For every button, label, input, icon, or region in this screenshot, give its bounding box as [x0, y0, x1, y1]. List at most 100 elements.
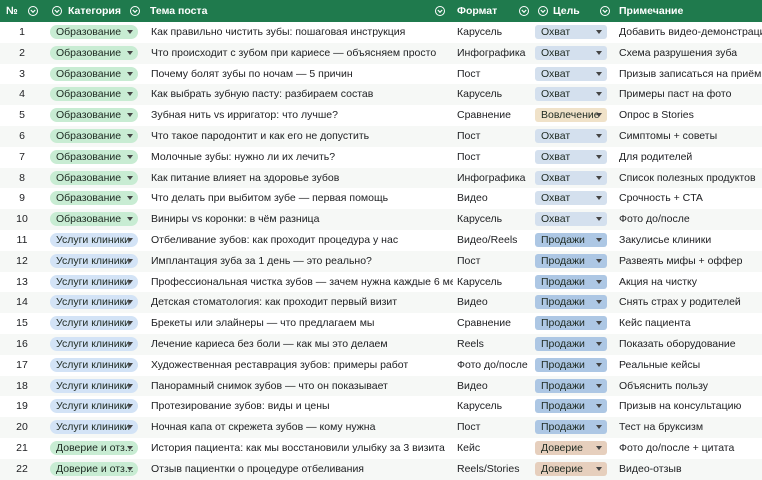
goal-chip[interactable]: Продажи: [535, 357, 607, 372]
table-row[interactable]: 18 Услуги клиники Панорамный снимок зубов …: [0, 375, 762, 397]
table-row[interactable]: 9 Образование Что делать при выбитом зубе …: [0, 188, 762, 209]
format-cell[interactable]: Сравнение: [457, 313, 531, 334]
topic-cell[interactable]: Как выбрать зубную пасту: разбираем сост…: [151, 84, 453, 105]
category-chip[interactable]: Образование: [50, 170, 138, 185]
table-row[interactable]: 6 Образование Что такое пародонтит и как е…: [0, 125, 762, 147]
filter-icon[interactable]: [130, 6, 140, 16]
table-row[interactable]: 4 Образование Как выбрать зубную пасту: ра…: [0, 84, 762, 106]
topic-cell[interactable]: Как питание влияет на здоровье зубов: [151, 168, 453, 189]
goal-chip[interactable]: Продажи: [535, 420, 607, 435]
header-num-filter[interactable]: [27, 0, 39, 22]
format-cell[interactable]: Карусель: [457, 84, 531, 105]
format-cell[interactable]: Видео: [457, 376, 531, 397]
goal-chip[interactable]: Охват: [535, 87, 607, 102]
table-row[interactable]: 10 Образование Виниры vs коронки: в чём ра…: [0, 209, 762, 230]
note-cell[interactable]: Список полезных продуктов: [619, 168, 762, 189]
table-row[interactable]: 1 Образование Как правильно чистить зубы: …: [0, 22, 762, 43]
topic-cell[interactable]: Ночная капа от скрежета зубов — кому нуж…: [151, 417, 453, 438]
goal-chip[interactable]: Охват: [535, 212, 607, 227]
format-cell[interactable]: Фото до/после: [457, 355, 531, 376]
goal-chip[interactable]: Охват: [535, 25, 607, 39]
goal-chip[interactable]: Продажи: [535, 378, 607, 393]
filter-icon[interactable]: [52, 6, 62, 16]
topic-cell[interactable]: Отбеливание зубов: как проходит процедур…: [151, 230, 453, 251]
topic-cell[interactable]: Отзыв пациентки о процедуре отбеливания: [151, 459, 453, 480]
note-cell[interactable]: Фото до/после: [619, 209, 762, 230]
table-row[interactable]: 13 Услуги клиники Профессиональная чистка …: [0, 272, 762, 293]
note-cell[interactable]: Опрос в Stories: [619, 105, 762, 126]
note-cell[interactable]: Показать оборудование: [619, 334, 762, 355]
note-cell[interactable]: Срочность + CTA: [619, 188, 762, 209]
goal-chip[interactable]: Охват: [535, 191, 607, 206]
format-cell[interactable]: Пост: [457, 126, 531, 147]
format-cell[interactable]: Карусель: [457, 272, 531, 293]
table-row[interactable]: 20 Услуги клиники Ночная капа от скрежета …: [0, 417, 762, 438]
note-cell[interactable]: Видео-отзыв: [619, 459, 762, 480]
topic-cell[interactable]: Панорамный снимок зубов — что он показыв…: [151, 376, 453, 397]
note-cell[interactable]: Закулисье клиники: [619, 230, 762, 251]
topic-cell[interactable]: Что делать при выбитом зубе — первая пом…: [151, 188, 453, 209]
topic-cell[interactable]: Имплантация зуба за 1 день — это реально…: [151, 251, 453, 272]
topic-cell[interactable]: Детская стоматология: как проходит первы…: [151, 292, 453, 313]
note-cell[interactable]: Призыв на консультацию: [619, 396, 762, 417]
format-cell[interactable]: Кейс: [457, 438, 531, 459]
note-cell[interactable]: Призыв записаться на приём: [619, 64, 762, 85]
note-cell[interactable]: Кейс пациента: [619, 313, 762, 334]
format-cell[interactable]: Пост: [457, 251, 531, 272]
note-cell[interactable]: Симптомы + советы: [619, 126, 762, 147]
format-cell[interactable]: Reels: [457, 334, 531, 355]
category-chip[interactable]: Образование: [50, 149, 138, 164]
note-cell[interactable]: Фото до/после + цитата: [619, 438, 762, 459]
table-row[interactable]: 3 Образование Почему болят зубы по ночам —…: [0, 64, 762, 85]
category-chip[interactable]: Образование: [50, 45, 138, 60]
header-goal-filter[interactable]: [599, 0, 613, 22]
table-row[interactable]: 22 Доверие и отз... Отзыв пациентки о проц…: [0, 458, 762, 480]
category-chip[interactable]: Услуги клиники: [50, 253, 138, 268]
table-row[interactable]: 7 Образование Молочные зубы: нужно ли их л…: [0, 147, 762, 168]
category-chip[interactable]: Услуги клиники: [50, 420, 138, 435]
note-cell[interactable]: Добавить видео-демонстрацию: [619, 22, 762, 43]
filter-icon[interactable]: [600, 6, 610, 16]
goal-chip[interactable]: Продажи: [535, 274, 607, 289]
filter-icon[interactable]: [538, 6, 548, 16]
topic-cell[interactable]: Как правильно чистить зубы: пошаговая ин…: [151, 22, 453, 43]
table-row[interactable]: 14 Услуги клиники Детская стоматология: ка…: [0, 292, 762, 314]
header-topic-filter[interactable]: [434, 0, 448, 22]
goal-chip[interactable]: Продажи: [535, 336, 607, 351]
filter-icon[interactable]: [28, 6, 38, 16]
table-row[interactable]: 21 Доверие и отз... История пациента: как …: [0, 438, 762, 459]
topic-cell[interactable]: Протезирование зубов: виды и цены: [151, 396, 453, 417]
header-category-filter[interactable]: [124, 0, 146, 22]
topic-cell[interactable]: История пациента: как мы восстановили ул…: [151, 438, 453, 459]
goal-chip[interactable]: Доверие: [535, 440, 607, 455]
note-cell[interactable]: Схема разрушения зуба: [619, 43, 762, 64]
note-cell[interactable]: Акция на чистку: [619, 272, 762, 293]
note-cell[interactable]: Тест на бруксизм: [619, 417, 762, 438]
note-cell[interactable]: Примеры паст на фото: [619, 84, 762, 105]
goal-chip[interactable]: Охват: [535, 128, 607, 143]
category-chip[interactable]: Услуги клиники: [50, 378, 138, 393]
category-chip[interactable]: Образование: [50, 66, 138, 81]
category-chip[interactable]: Образование: [50, 25, 138, 39]
format-cell[interactable]: Карусель: [457, 22, 531, 43]
category-chip[interactable]: Услуги клиники: [50, 336, 138, 351]
format-cell[interactable]: Пост: [457, 147, 531, 168]
format-cell[interactable]: Инфографика: [457, 43, 531, 64]
goal-chip[interactable]: Продажи: [535, 232, 607, 247]
category-chip[interactable]: Услуги клиники: [50, 316, 138, 331]
goal-chip[interactable]: Продажи: [535, 399, 607, 414]
topic-cell[interactable]: Что такое пародонтит и как его не допуст…: [151, 126, 453, 147]
table-row[interactable]: 19 Услуги клиники Протезирование зубов: ви…: [0, 396, 762, 417]
topic-cell[interactable]: Что происходит с зубом при кариесе — объ…: [151, 43, 453, 64]
table-row[interactable]: 5 Образование Зубная нить vs ирригатор: чт…: [0, 105, 762, 126]
table-row[interactable]: 12 Услуги клиники Имплантация зуба за 1 де…: [0, 250, 762, 272]
category-chip[interactable]: Образование: [50, 191, 138, 206]
goal-chip[interactable]: Охват: [535, 45, 607, 60]
table-row[interactable]: 8 Образование Как питание влияет на здоров…: [0, 167, 762, 189]
category-chip[interactable]: Услуги клиники: [50, 357, 138, 372]
format-cell[interactable]: Карусель: [457, 396, 531, 417]
table-row[interactable]: 11 Услуги клиники Отбеливание зубов: как п…: [0, 230, 762, 251]
format-cell[interactable]: Карусель: [457, 209, 531, 230]
category-chip[interactable]: Образование: [50, 128, 138, 143]
format-cell[interactable]: Пост: [457, 64, 531, 85]
